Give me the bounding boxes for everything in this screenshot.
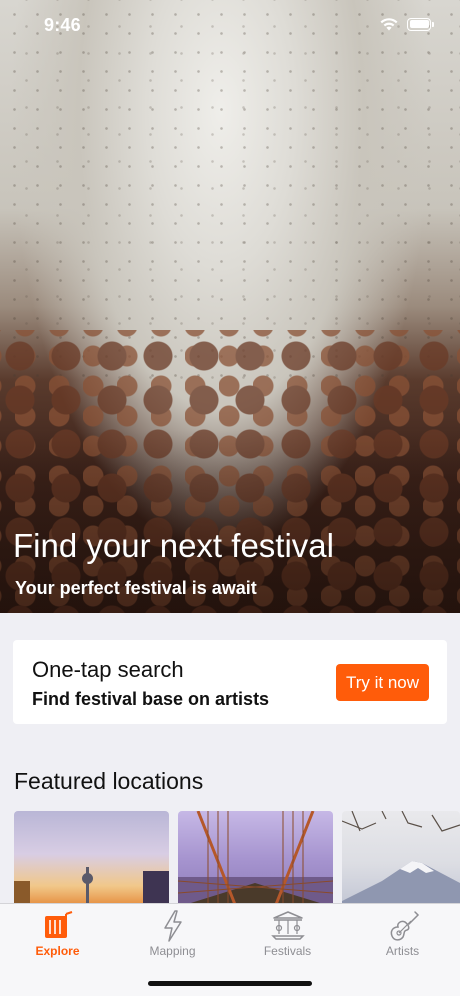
explore-icon bbox=[44, 911, 72, 938]
tab-festivals[interactable]: Festivals bbox=[230, 904, 345, 974]
tab-artists[interactable]: Artists bbox=[345, 904, 460, 974]
status-icons bbox=[379, 16, 434, 32]
home-indicator[interactable] bbox=[148, 981, 312, 986]
carousel-icon bbox=[270, 911, 305, 940]
bridge-image bbox=[178, 811, 333, 907]
wifi-icon bbox=[380, 18, 398, 31]
one-tap-search-card[interactable]: One-tap search Find festival base on art… bbox=[13, 640, 447, 724]
location-card-city[interactable] bbox=[14, 811, 169, 907]
hero-subtitle: Your perfect festival is await bbox=[15, 578, 257, 598]
search-card-title: One-tap search bbox=[32, 657, 184, 682]
featured-locations-title: Featured locations bbox=[14, 768, 204, 794]
location-card-mountain[interactable] bbox=[342, 811, 460, 907]
tab-explore-label: Explore bbox=[35, 944, 80, 958]
mountain-image bbox=[342, 811, 460, 907]
confetti-layer bbox=[0, 0, 460, 380]
guitar-icon bbox=[390, 911, 419, 941]
tab-mapping[interactable]: Mapping bbox=[115, 904, 230, 974]
tab-artists-label: Artists bbox=[385, 944, 420, 958]
status-bar: 9:46 bbox=[0, 0, 460, 50]
location-card-bridge[interactable] bbox=[178, 811, 333, 907]
lightning-icon bbox=[163, 910, 182, 942]
battery-icon bbox=[407, 17, 434, 31]
hero-title: Find your next festival bbox=[13, 527, 334, 564]
tab-festivals-label: Festivals bbox=[263, 944, 312, 958]
status-time: 9:46 bbox=[44, 15, 81, 35]
search-card-subtitle: Find festival base on artists bbox=[32, 689, 270, 709]
tv-tower-ball bbox=[82, 873, 93, 884]
building-shape bbox=[143, 871, 169, 907]
tab-mapping-label: Mapping bbox=[149, 944, 196, 958]
try-it-now-button[interactable]: Try it now bbox=[336, 664, 429, 701]
tab-explore[interactable]: Explore bbox=[0, 904, 115, 974]
hero-image bbox=[0, 0, 460, 613]
app-screen: 9:46 Find your next festival Your perfec… bbox=[0, 0, 460, 996]
